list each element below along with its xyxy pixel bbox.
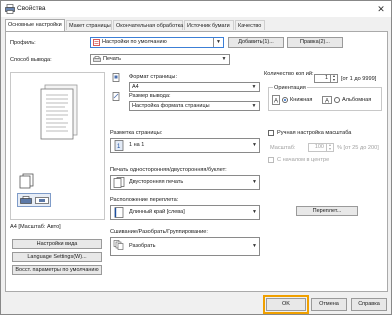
output-method-value: Печать	[103, 56, 122, 62]
binding-location-value: Длинный край [слева]	[129, 209, 185, 215]
profile-icon	[93, 39, 100, 46]
copies-label-text: Количество коп ий:	[264, 71, 314, 77]
spinner-arrows-icon[interactable]: ▲ ▼	[326, 143, 333, 151]
page-layout-value: 1 на 1	[129, 142, 145, 148]
tab-paper-source[interactable]: Источник бумаги	[184, 20, 234, 30]
chevron-down-icon: ▼	[221, 56, 227, 62]
printer-icon	[20, 196, 32, 204]
chevron-down-icon: ▼	[213, 38, 223, 47]
output-size-value: Настройка формата страницы	[132, 103, 210, 109]
scale-label: Масштаб:	[270, 145, 296, 151]
printer-preview-button[interactable]	[17, 193, 51, 207]
tab-quality[interactable]: Качество	[235, 20, 265, 30]
one-up-layout-icon: 1	[114, 140, 124, 151]
collate-select[interactable]: Разобрать ▼	[110, 237, 260, 256]
print-mode-label: Печать односторонняя/двусторонняя/буклет…	[110, 167, 227, 173]
page-layout-select[interactable]: 1 1 на 1 ▼	[110, 138, 260, 153]
binding-location-select[interactable]: Длинный край [слева] ▼	[110, 205, 260, 220]
help-button[interactable]: Справка	[351, 298, 387, 311]
from-center-label: С началом в центре	[277, 157, 330, 163]
portrait-orientation-icon: A	[272, 95, 280, 105]
tray-icon	[35, 197, 49, 204]
language-settings-button[interactable]: Language Settings(W)...	[12, 252, 102, 262]
spinner-arrows-icon[interactable]: ▲ ▼	[330, 74, 337, 82]
scale-range: % [от 25 до 200]	[337, 145, 379, 151]
page-size-label: Формат страницы:	[129, 74, 177, 80]
portrait-label: Книжная	[290, 97, 313, 103]
manual-scaling-label: Ручная настройка масштаба	[277, 130, 352, 136]
scale-value: 100	[314, 144, 324, 150]
page-layout-label: Разметка страницы:	[110, 130, 163, 136]
preview-caption: A4 [Масштаб: Авто]	[10, 224, 61, 230]
binding-location-label: Расположение переплета:	[110, 197, 179, 203]
page-size-value: A4	[132, 84, 139, 90]
document-preview-icon	[40, 84, 78, 140]
view-settings-button[interactable]: Настройки вида	[12, 239, 102, 249]
profile-select[interactable]: Настройки по умолчанию ▼	[90, 37, 224, 48]
chevron-down-icon: ▼	[252, 179, 257, 185]
duplex-pages-icon	[19, 173, 34, 189]
ok-button[interactable]: OK	[263, 295, 309, 314]
chevron-down-icon: ▼	[252, 243, 257, 249]
copies-label: Количество коп ий:	[264, 71, 316, 77]
add-profile-button[interactable]: Добавить(1)...	[228, 37, 284, 48]
portrait-radio[interactable]	[282, 97, 288, 103]
scale-input[interactable]: 100 ▲ ▼	[308, 143, 334, 152]
copies-input[interactable]: 1 ▲ ▼	[314, 74, 338, 83]
chevron-down-icon: ▼	[251, 103, 257, 109]
chevron-down-icon: ▼	[252, 209, 257, 215]
profile-label: Профиль:	[10, 40, 36, 46]
page-size-select[interactable]: A4 ▼	[129, 82, 260, 92]
landscape-orientation-icon: A	[322, 96, 332, 104]
edit-profile-button[interactable]: Правка(2)...	[287, 37, 343, 48]
orientation-label: Ориентация	[273, 85, 307, 91]
tab-page-setup[interactable]: Макет страницы	[66, 20, 112, 30]
restore-defaults-button[interactable]: Восст. параметры по умолчанию	[12, 265, 102, 275]
output-size-select[interactable]: Настройка формата страницы ▼	[129, 101, 260, 111]
output-method-select[interactable]: Печать ▼	[90, 54, 230, 65]
output-size-icon	[112, 92, 120, 101]
from-center-checkbox[interactable]	[268, 157, 274, 163]
collate-value: Разобрать	[129, 243, 156, 249]
properties-dialog: Свойства ✕ Основные настройки Макет стра…	[0, 0, 392, 315]
profile-value: Настройки по умолчанию	[102, 39, 167, 45]
ok-button-label: OK	[282, 301, 290, 307]
svg-text:A: A	[274, 99, 278, 105]
print-output-icon	[93, 56, 101, 62]
collate-icon	[113, 240, 124, 250]
printer-icon	[5, 4, 15, 14]
cancel-button[interactable]: Отмена	[311, 298, 347, 311]
landscape-label: Альбомная	[342, 97, 372, 103]
basic-settings-panel: Профиль: Настройки по умолчанию ▼ Добави…	[5, 31, 388, 292]
output-size-label: Размер вывода:	[129, 93, 171, 99]
tab-basic-settings[interactable]: Основные настройки	[5, 19, 65, 31]
copies-value: 1	[324, 75, 328, 81]
gutter-button[interactable]: Переплет...	[296, 206, 358, 216]
output-method-label: Способ вывода:	[10, 57, 52, 63]
window-title: Свойства	[17, 5, 46, 12]
binding-edge-icon	[114, 207, 124, 218]
landscape-radio[interactable]	[334, 97, 340, 103]
chevron-down-icon: ▼	[252, 142, 257, 148]
svg-text:A: A	[325, 99, 329, 105]
close-icon[interactable]: ✕	[375, 3, 387, 15]
duplex-print-icon	[113, 177, 125, 188]
collate-label: Сшивание/Разобрать/Группирование:	[110, 229, 208, 235]
tab-finishing[interactable]: Окончательная обработка	[113, 20, 183, 30]
copies-range: [от 1 до 9999]	[341, 76, 377, 82]
print-mode-select[interactable]: Двусторонняя печать ▼	[110, 175, 260, 190]
title-bar: Свойства ✕	[1, 1, 391, 17]
page-preview	[10, 72, 105, 220]
manual-scaling-checkbox[interactable]	[268, 130, 274, 136]
print-mode-value: Двусторонняя печать	[129, 179, 184, 185]
page-size-icon	[112, 73, 120, 82]
chevron-down-icon: ▼	[251, 84, 257, 90]
